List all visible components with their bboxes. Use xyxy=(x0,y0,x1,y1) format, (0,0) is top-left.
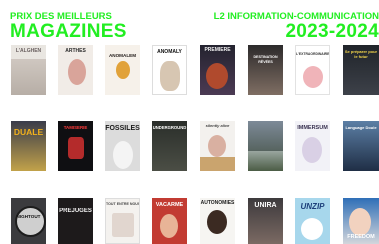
magazine-cover[interactable]: AUTONOMIES xyxy=(200,198,235,244)
cover-title: FOSSILES xyxy=(105,125,140,132)
magazine-cover[interactable]: VACARME xyxy=(152,198,187,244)
magazine-cover[interactable]: TOUT ENTRE NOUS xyxy=(105,198,140,244)
magazine-cover[interactable]: Language Doule xyxy=(343,121,379,171)
cover-title: UNIRA xyxy=(254,202,277,209)
cover-title: DESTINATION RÊVÉES xyxy=(253,55,278,64)
magazine-cover[interactable]: FOSSILES xyxy=(105,121,140,171)
cover-title: silently alive xyxy=(205,123,230,128)
cover-title: ARTHÉS xyxy=(65,48,86,54)
cover-title: VACARME xyxy=(155,202,184,208)
cover-title: ANOMALEM xyxy=(108,53,137,58)
magazine-cover[interactable]: DUALE xyxy=(11,121,46,171)
magazine-cover[interactable]: ANOMALEM xyxy=(105,45,140,95)
cover-title: TAMISERIE xyxy=(63,125,88,130)
magazine-cover[interactable]: L'EXTRAORDINAIRE xyxy=(295,45,330,95)
magazine-cover[interactable]: PREMIÈRE xyxy=(200,45,235,95)
cover-title: NIGHTOUT xyxy=(16,214,41,219)
cover-title: L'EXTRAORDINAIRE xyxy=(296,52,329,56)
magazine-cover[interactable]: FREEDOM xyxy=(343,198,379,244)
cover-title: UNZIP xyxy=(300,202,325,211)
cover-title: ANOMALY xyxy=(157,49,182,55)
magazine-cover[interactable]: Se préparer pour le futur xyxy=(343,45,379,95)
cover-title: IMMERSUM xyxy=(297,125,328,131)
cover-title: UNDERGROUND xyxy=(152,125,187,130)
magazine-cover[interactable]: PREJUGÉS xyxy=(58,198,93,244)
magazine-cover[interactable]: ARTHÉS xyxy=(58,45,93,95)
cover-title: PREMIÈRE xyxy=(204,47,231,53)
cover-title: FREEDOM xyxy=(347,234,375,240)
magazine-cover[interactable]: UNDERGROUND xyxy=(152,121,187,171)
magazine-cover[interactable]: ANOMALY xyxy=(152,45,187,95)
cover-title: Se préparer pour le futur xyxy=(344,49,378,59)
magazine-cover[interactable]: silently alive xyxy=(200,121,235,171)
magazine-cover[interactable]: IMMERSUM xyxy=(295,121,330,171)
magazine-cover[interactable]: DESTINATION RÊVÉES xyxy=(248,45,283,95)
cover-title: Language Doule xyxy=(345,125,377,130)
magazine-cover[interactable]: L'ALGHEN xyxy=(11,45,46,95)
magazine-cover[interactable]: NIGHTOUT xyxy=(11,198,46,244)
magazine-cover[interactable] xyxy=(248,121,283,171)
cover-title: PREJUGÉS xyxy=(59,208,92,214)
cover-title: AUTONOMIES xyxy=(200,200,235,206)
magazine-grid: L'ALGHEN ARTHÉS ANOMALEM ANOMALY PREMIÈR… xyxy=(0,0,379,244)
magazine-cover[interactable]: UNZIP xyxy=(295,198,330,244)
magazine-cover[interactable]: UNIRA xyxy=(248,198,283,244)
cover-title: L'ALGHEN xyxy=(15,48,42,54)
magazine-cover[interactable]: TAMISERIE xyxy=(58,121,93,171)
cover-title: DUALE xyxy=(13,127,44,137)
cover-title: TOUT ENTRE NOUS xyxy=(106,202,139,206)
